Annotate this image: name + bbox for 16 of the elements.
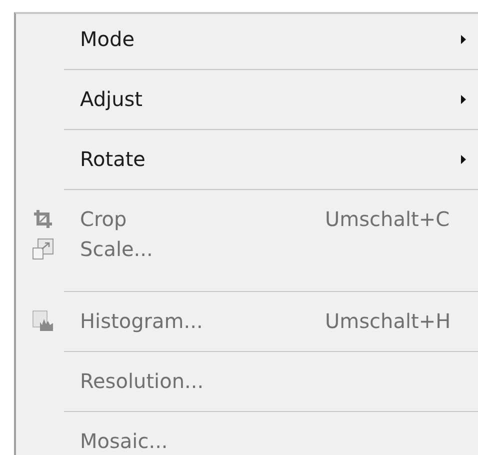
- menu-item-label: Mode: [80, 27, 134, 51]
- menu-item-label: Adjust: [80, 87, 143, 111]
- menu-item-label: Scale...: [80, 237, 153, 261]
- menu-item-label: Resolution...: [80, 369, 204, 393]
- menu-item-label: Rotate: [80, 147, 146, 171]
- menu-item[interactable]: Adjust: [16, 84, 478, 114]
- shortcut-text: Umschalt+C: [325, 207, 450, 231]
- menu-item[interactable]: Mode: [16, 24, 478, 54]
- menu-item-label: Mosaic...: [80, 429, 168, 453]
- crop-icon: [33, 209, 53, 229]
- shortcut-text: Umschalt+H: [325, 309, 451, 333]
- menu-item[interactable]: Rotate: [16, 144, 478, 174]
- scale-icon: [32, 238, 54, 260]
- menu-item-label: Crop: [80, 207, 127, 231]
- histogram-icon: [32, 310, 54, 332]
- menu-item-label: Histogram...: [80, 309, 203, 333]
